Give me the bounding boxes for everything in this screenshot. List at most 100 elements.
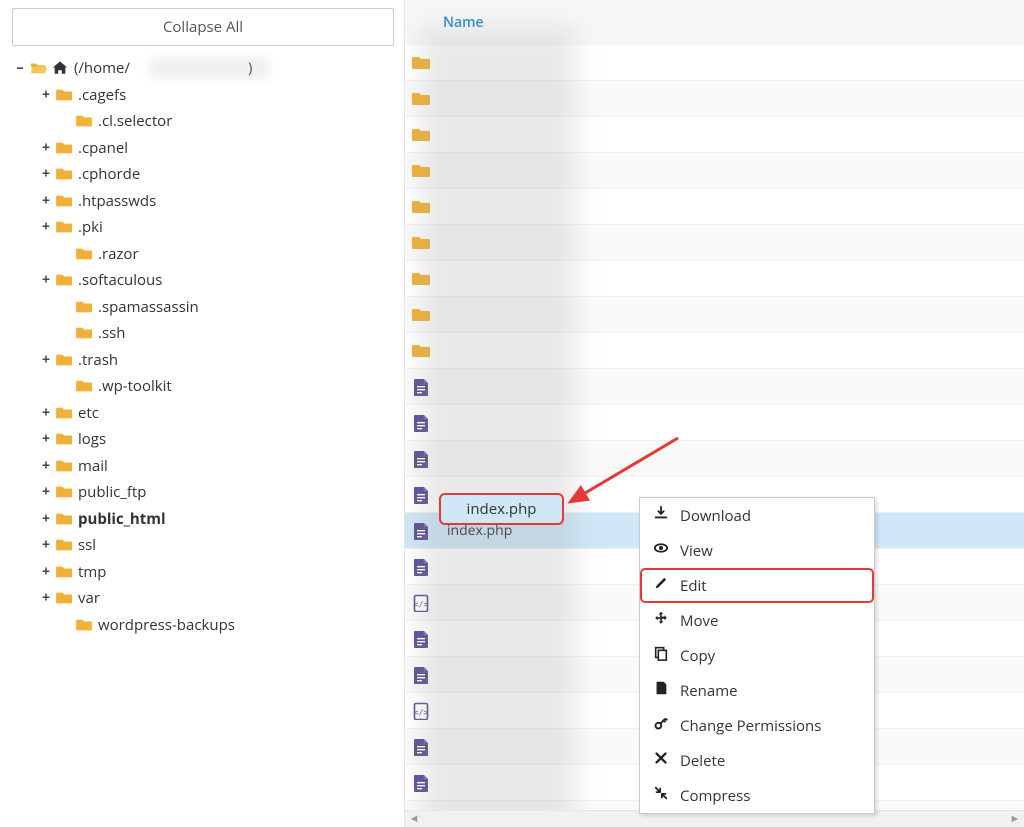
folder-icon xyxy=(56,405,74,421)
tree-item-label: logs xyxy=(78,426,106,452)
tree-item-logs[interactable]: + logs xyxy=(14,426,394,453)
pencil-icon xyxy=(652,575,670,596)
file-name: index.php xyxy=(447,521,512,540)
folder-icon xyxy=(56,140,74,156)
tree-item--pki[interactable]: +.pki xyxy=(14,214,394,241)
tree-item--cagefs[interactable]: +.cagefs xyxy=(14,82,394,109)
file-row[interactable] xyxy=(405,153,1024,189)
folder-icon xyxy=(76,617,94,633)
folder-icon xyxy=(411,342,433,360)
column-header-name[interactable]: Name xyxy=(405,0,1024,46)
document-file-icon xyxy=(411,378,433,396)
tree-item--cphorde[interactable]: +.cphorde xyxy=(14,161,394,188)
file-row[interactable] xyxy=(405,81,1024,117)
tree-toggle[interactable]: + xyxy=(40,506,52,532)
folder-icon xyxy=(56,193,74,209)
file-row[interactable] xyxy=(405,297,1024,333)
tree-item-public_html[interactable]: +public_html xyxy=(14,506,394,533)
ctx-item-label: Rename xyxy=(680,681,738,701)
tree-toggle[interactable]: + xyxy=(40,267,52,293)
tree-item--spamassassin[interactable]: .spamassassin xyxy=(14,294,394,321)
ctx-item-label: Copy xyxy=(680,646,715,666)
tree-toggle[interactable]: + xyxy=(40,188,52,214)
ctx-item-delete[interactable]: Delete xyxy=(640,743,874,778)
tree-toggle[interactable]: + xyxy=(40,135,52,161)
scroll-left-icon[interactable]: ◄ xyxy=(407,813,421,825)
tree-toggle[interactable]: + xyxy=(40,400,52,426)
tree-item--htpasswds[interactable]: +.htpasswds xyxy=(14,188,394,215)
folder-icon xyxy=(411,234,433,252)
tree-item-public_ftp[interactable]: +public_ftp xyxy=(14,479,394,506)
tree-toggle[interactable]: + xyxy=(40,82,52,108)
ctx-item-download[interactable]: Download xyxy=(640,498,874,533)
folder-tree: – (/home/ ) +.cagefs.cl.selector + .cpanel… xyxy=(14,55,394,638)
tree-item-etc[interactable]: + etc xyxy=(14,400,394,427)
folder-icon xyxy=(411,306,433,324)
tree-toggle[interactable]: – xyxy=(14,55,26,81)
tree-item-label: .razor xyxy=(98,241,139,267)
ctx-item-edit[interactable]: Edit xyxy=(640,568,874,603)
file-row[interactable] xyxy=(405,441,1024,477)
tree-item-mail[interactable]: + mail xyxy=(14,453,394,480)
tree-item-ssl[interactable]: + ssl xyxy=(14,532,394,559)
tree-item--trash[interactable]: +.trash xyxy=(14,347,394,374)
tree-item--razor[interactable]: .razor xyxy=(14,241,394,268)
file-row[interactable] xyxy=(405,45,1024,81)
ctx-item-move[interactable]: Move xyxy=(640,603,874,638)
tree-item--softaculous[interactable]: + .softaculous xyxy=(14,267,394,294)
folder-icon xyxy=(56,484,74,500)
collapse-all-button[interactable]: Collapse All xyxy=(12,8,394,46)
tree-item-label: .cl.selector xyxy=(98,108,172,134)
folder-icon xyxy=(56,352,74,368)
file-row[interactable] xyxy=(405,333,1024,369)
ctx-item-rename[interactable]: Rename xyxy=(640,673,874,708)
tree-item-label: .softaculous xyxy=(78,267,162,293)
tree-item--ssh[interactable]: .ssh xyxy=(14,320,394,347)
move-icon xyxy=(652,610,670,631)
tree-toggle[interactable]: + xyxy=(40,479,52,505)
tree-toggle[interactable]: + xyxy=(40,426,52,452)
folder-icon xyxy=(411,90,433,108)
tree-toggle[interactable]: + xyxy=(40,585,52,611)
tree-root[interactable]: – (/home/ ) xyxy=(14,55,394,82)
file-row[interactable] xyxy=(405,117,1024,153)
tree-toggle[interactable]: + xyxy=(40,214,52,240)
tree-item-tmp[interactable]: +tmp xyxy=(14,559,394,586)
tree-item-label: .cpanel xyxy=(78,135,128,161)
file-row[interactable] xyxy=(405,405,1024,441)
folder-icon xyxy=(76,299,94,315)
ctx-item-copy[interactable]: Copy xyxy=(640,638,874,673)
tree-item--cl-selector[interactable]: .cl.selector xyxy=(14,108,394,135)
tree-item-wordpress-backups[interactable]: wordpress-backups xyxy=(14,612,394,639)
scroll-right-icon[interactable]: ► xyxy=(1008,813,1022,825)
folder-icon xyxy=(76,113,94,129)
document-file-icon xyxy=(411,630,433,648)
file-row[interactable] xyxy=(405,369,1024,405)
ctx-item-change-permissions[interactable]: Change Permissions xyxy=(640,708,874,743)
ctx-item-compress[interactable]: Compress xyxy=(640,778,874,813)
tree-item--cpanel[interactable]: + .cpanel xyxy=(14,135,394,162)
tree-item-label: ssl xyxy=(78,532,96,558)
home-icon xyxy=(52,60,70,76)
file-row[interactable] xyxy=(405,189,1024,225)
folder-icon xyxy=(411,162,433,180)
file-row[interactable] xyxy=(405,225,1024,261)
tree-item-label: mail xyxy=(78,453,108,479)
tree-toggle[interactable]: + xyxy=(40,532,52,558)
copy-icon xyxy=(652,645,670,666)
tree-toggle[interactable]: + xyxy=(40,559,52,585)
ctx-item-view[interactable]: View xyxy=(640,533,874,568)
ctx-item-label: Edit xyxy=(680,576,707,596)
tree-toggle[interactable]: + xyxy=(40,161,52,187)
folder-icon xyxy=(411,54,433,72)
folder-icon xyxy=(56,590,74,606)
tree-toggle[interactable]: + xyxy=(40,347,52,373)
tree-item-var[interactable]: +var xyxy=(14,585,394,612)
file-icon xyxy=(652,680,670,701)
tree-toggle[interactable]: + xyxy=(40,453,52,479)
tree-item--wp-toolkit[interactable]: .wp-toolkit xyxy=(14,373,394,400)
tree-item-label: etc xyxy=(78,400,99,426)
file-row[interactable] xyxy=(405,261,1024,297)
ctx-item-label: View xyxy=(680,541,713,561)
tree-item-label: wordpress-backups xyxy=(98,612,235,638)
